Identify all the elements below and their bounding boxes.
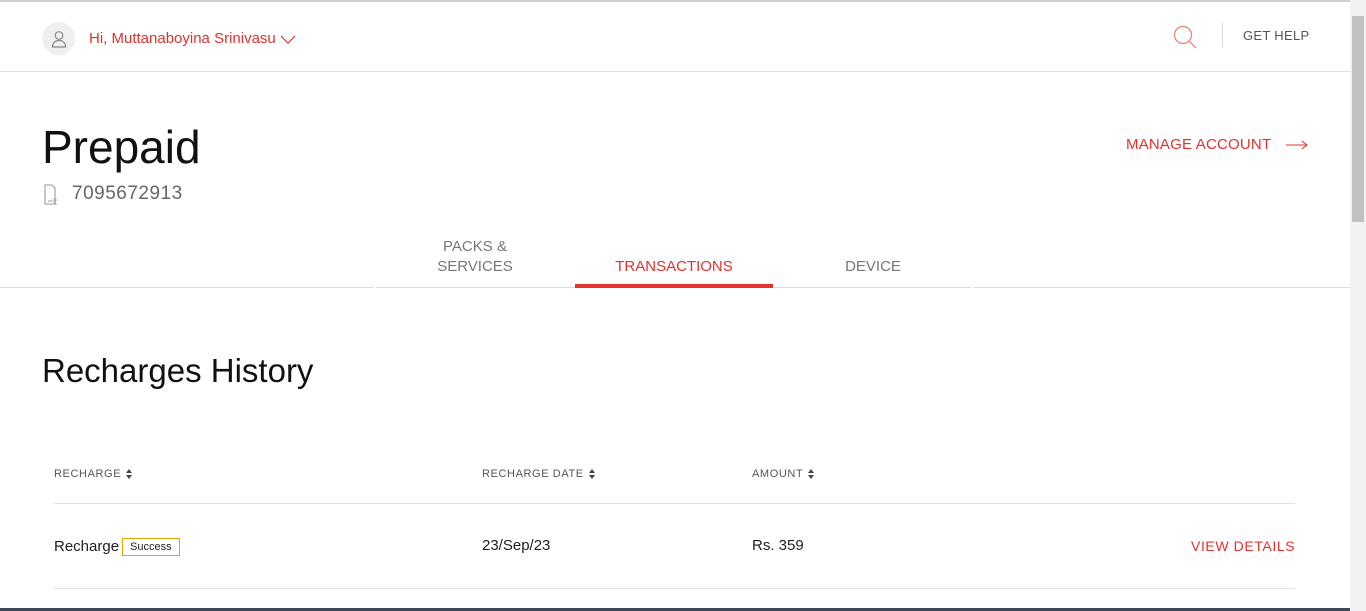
column-label: RECHARGE DATE <box>482 468 584 480</box>
user-avatar[interactable] <box>42 22 75 55</box>
status-badge: Success <box>122 538 180 556</box>
tab-packs-services[interactable]: PACKS & SERVICES <box>376 237 574 277</box>
user-icon <box>51 30 66 48</box>
tab-device[interactable]: DEVICE <box>774 257 972 277</box>
table-cell-date: 23/Sep/23 <box>482 537 551 554</box>
active-tab-indicator <box>575 284 773 288</box>
column-header-amount[interactable]: AMOUNT <box>752 468 815 480</box>
get-help-link[interactable]: GET HELP <box>1243 28 1309 43</box>
sim-rupee-icon: ₹ <box>44 184 58 206</box>
search-button[interactable] <box>1172 24 1198 50</box>
sort-icon <box>808 469 815 479</box>
account-type-title: Prepaid <box>42 121 201 173</box>
recharge-type: Recharge <box>54 538 120 555</box>
top-header: Hi, Muttanaboyina Srinivasu GET HELP <box>0 2 1350 72</box>
chevron-down-icon <box>280 35 296 44</box>
column-header-recharge[interactable]: RECHARGE <box>54 468 133 480</box>
tab-separator <box>374 284 376 288</box>
table-header-divider <box>54 503 1295 504</box>
column-header-recharge-date[interactable]: RECHARGE DATE <box>482 468 595 480</box>
arrow-right-icon <box>1286 140 1309 149</box>
history-title: Recharges History <box>42 352 314 389</box>
tab-packs-line1: PACKS & <box>443 238 507 255</box>
header-divider <box>1222 23 1223 47</box>
greeting-text: Hi, Muttanaboyina Srinivasu <box>89 30 276 47</box>
table-cell-amount: Rs. 359 <box>752 537 804 554</box>
sort-icon <box>588 469 595 479</box>
tab-transactions[interactable]: TRANSACTIONS <box>575 257 773 277</box>
scrollbar-thumb[interactable] <box>1352 16 1364 222</box>
column-label: AMOUNT <box>752 468 804 480</box>
tab-separator <box>972 284 974 288</box>
search-icon <box>1173 25 1197 49</box>
tab-packs-line2: SERVICES <box>437 258 513 275</box>
manage-account-label: MANAGE ACCOUNT <box>1126 136 1272 153</box>
sort-icon <box>126 469 133 479</box>
manage-account-link[interactable]: MANAGE ACCOUNT <box>1126 136 1309 153</box>
table-row-divider <box>54 588 1295 589</box>
table-cell-recharge: Recharge Success <box>54 537 180 556</box>
svg-text:₹: ₹ <box>52 198 58 206</box>
column-label: RECHARGE <box>54 468 122 480</box>
user-menu[interactable]: Hi, Muttanaboyina Srinivasu <box>89 30 296 47</box>
phone-number: 7095672913 <box>72 183 183 204</box>
view-details-link[interactable]: VIEW DETAILS <box>1191 538 1295 554</box>
